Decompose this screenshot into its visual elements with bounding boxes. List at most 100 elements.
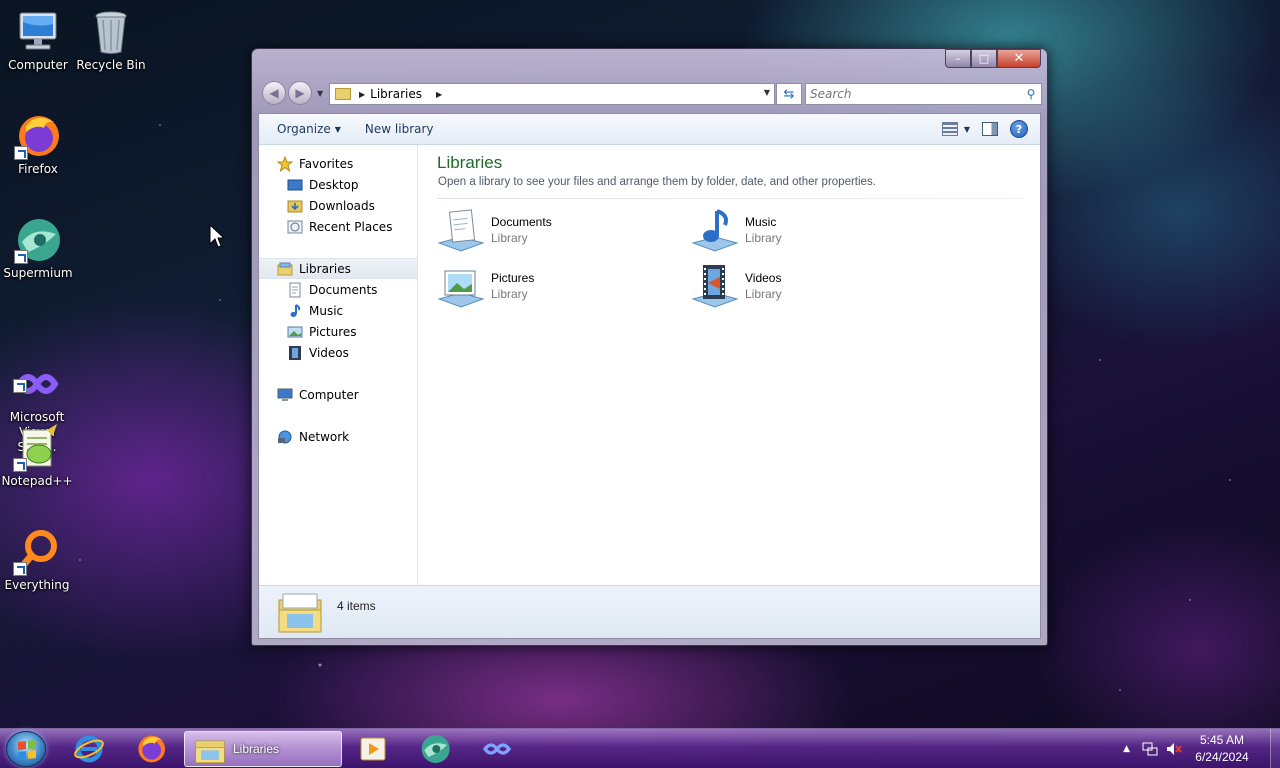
close-button[interactable]: ✕ [997,49,1041,68]
clock[interactable]: 5:45 AM 6/24/2024 [1190,732,1254,766]
page-title: Libraries [437,153,503,172]
library-type: Library [491,287,528,301]
explorer-window[interactable]: – □ ✕ ◀ ▶ ▼ ▶ Libraries ▶ ▼ ⇆ ⚲ Organize… [251,48,1048,646]
documents-icon [287,282,303,298]
nav-item-pictures[interactable]: Pictures [287,321,357,342]
show-desktop-button[interactable] [1270,729,1280,768]
nav-item-favorites[interactable]: Favorites [277,153,353,174]
desktop-icon-computer[interactable]: Computer [0,8,76,73]
desktop-icon-supermium[interactable]: Supermium [0,216,76,281]
nav-item-videos[interactable]: Videos [287,342,349,363]
libraries-folder-icon [277,590,323,637]
shortcut-arrow-icon [13,562,27,576]
libraries-folder-icon [335,88,351,100]
search-box[interactable]: ⚲ [805,83,1042,105]
clock-date: 6/24/2024 [1195,750,1249,764]
documents-library-icon [437,207,485,257]
desktop-icon-recycle-bin[interactable]: Recycle Bin [73,8,149,73]
music-note-icon [287,303,303,319]
windows-logo-icon [18,740,36,760]
library-name: Pictures [491,271,535,285]
taskbar-media-player[interactable] [344,732,402,766]
breadcrumb-separator-icon[interactable]: ▶ [436,90,442,99]
nav-item-documents[interactable]: Documents [287,279,377,300]
nav-item-label: Desktop [309,177,359,192]
taskbar-supermium[interactable] [406,732,464,766]
network-status-icon[interactable] [1142,741,1158,757]
change-view-button[interactable]: ▼ [941,122,970,136]
library-item-pictures[interactable]: Pictures Library [437,263,677,315]
libraries-folder-icon [277,261,293,277]
minimize-button[interactable]: – [945,49,971,68]
shortcut-arrow-icon [14,146,28,160]
nav-item-network[interactable]: Network [277,426,349,447]
views-icon [941,122,958,136]
caption-buttons: – □ ✕ [945,49,1041,68]
taskbar-task-libraries[interactable]: Libraries [184,731,342,767]
videos-filmstrip-icon [287,345,303,361]
organize-button[interactable]: Organize ▼ [271,122,347,136]
desktop-icon-label: Recycle Bin [76,58,146,72]
desktop-icon-notepad-plus-plus[interactable]: Notepad++ [0,424,75,489]
mouse-cursor-icon [209,223,226,253]
navigation-bar: ◀ ▶ ▼ ▶ Libraries ▶ ▼ ⇆ ⚲ [259,79,1042,109]
pictures-icon [287,324,303,340]
nav-item-label: Downloads [309,198,375,213]
breadcrumb-separator-icon[interactable]: ▶ [359,90,365,99]
supermium-icon [421,735,450,763]
recent-pages-dropdown[interactable]: ▼ [317,89,323,98]
videos-library-icon [691,263,739,313]
music-library-icon [691,207,739,257]
nav-item-label: Documents [309,282,378,297]
refresh-button[interactable]: ⇆ [776,83,802,105]
desktop-icon [287,177,303,193]
taskbar-visual-studio[interactable] [468,732,526,766]
desktop-icon-label: Firefox [18,162,58,176]
nav-item-label: Videos [309,345,349,360]
search-input[interactable] [806,85,1021,103]
show-hidden-icons-button[interactable]: ▲ [1123,744,1130,754]
command-bar-right: ▼ ? [941,120,1028,138]
media-player-icon [360,737,386,761]
address-bar[interactable]: ▶ Libraries ▶ ▼ [329,83,775,105]
library-item-documents[interactable]: Documents Library [437,207,677,259]
refresh-icon: ⇆ [783,86,795,102]
address-history-dropdown[interactable]: ▼ [764,88,770,97]
library-item-music[interactable]: Music Library [691,207,931,259]
nav-item-computer[interactable]: Computer [277,384,359,405]
desktop-icon-firefox[interactable]: Firefox [0,112,76,177]
maximize-button[interactable]: □ [971,49,997,68]
pictures-library-icon [437,263,485,313]
nav-item-music[interactable]: Music [287,300,343,321]
taskbar-internet-explorer[interactable] [60,732,118,766]
back-button[interactable]: ◀ [262,81,286,105]
volume-muted-icon[interactable] [1166,741,1182,757]
nav-item-label: Favorites [299,156,354,171]
preview-pane-icon[interactable] [982,122,998,136]
library-type: Library [491,231,528,245]
divider [437,198,1024,199]
nav-item-libraries[interactable]: Libraries [259,258,417,279]
new-library-button[interactable]: New library [359,122,440,136]
nav-item-label: Network [299,429,350,444]
desktop-icon-everything[interactable]: Everything [0,528,75,593]
help-icon[interactable]: ? [1010,120,1028,138]
nav-item-recent-places[interactable]: Recent Places [287,216,392,237]
library-name: Videos [745,271,782,285]
recent-places-icon [287,219,303,235]
nav-item-downloads[interactable]: Downloads [287,195,375,216]
nav-item-desktop[interactable]: Desktop [287,174,359,195]
search-icon[interactable]: ⚲ [1021,87,1041,101]
taskbar-firefox[interactable] [122,732,180,766]
library-item-videos[interactable]: Videos Library [691,263,931,315]
chevron-down-icon: ▼ [963,124,970,134]
library-type: Library [745,287,782,301]
start-button[interactable] [6,731,46,767]
firefox-icon [14,112,62,160]
breadcrumb-libraries[interactable]: Libraries [370,87,422,101]
page-description: Open a library to see your files and arr… [438,176,876,188]
supermium-icon [14,216,62,264]
forward-button[interactable]: ▶ [288,81,312,105]
task-label: Libraries [233,742,280,756]
nav-item-label: Libraries [299,261,351,276]
